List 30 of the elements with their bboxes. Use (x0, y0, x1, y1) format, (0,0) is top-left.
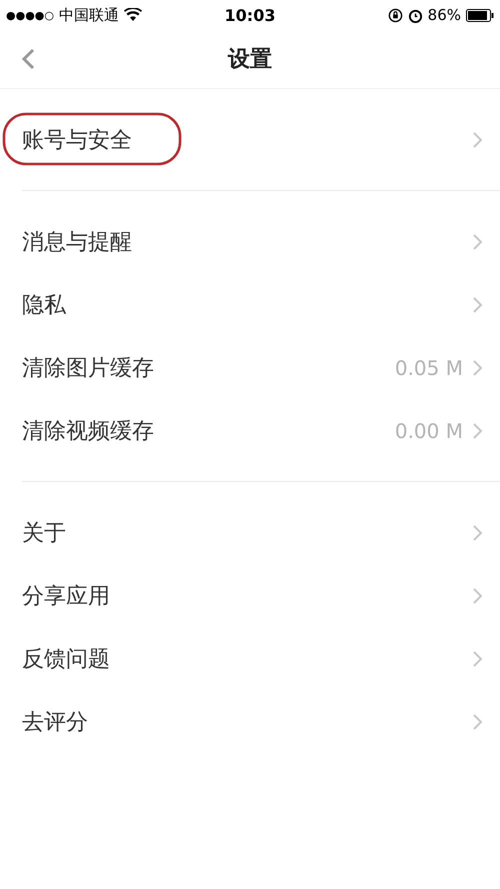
alarm-icon (408, 8, 423, 22)
row-label: 反馈问题 (22, 646, 111, 674)
battery-icon (466, 8, 494, 22)
wifi-icon (124, 8, 142, 22)
row-label: 分享应用 (22, 582, 111, 610)
status-time: 10:03 (224, 6, 276, 24)
row-label: 隐私 (22, 292, 67, 320)
chevron-right-icon (473, 234, 482, 250)
chevron-right-icon (473, 360, 482, 376)
signal-dots: ●●●●○ (6, 8, 54, 22)
battery-percent: 86% (428, 6, 461, 24)
row-label: 去评分 (22, 708, 89, 736)
chevron-right-icon (473, 132, 482, 148)
chevron-right-icon (473, 588, 482, 604)
chevron-right-icon (473, 524, 482, 540)
carrier-name: 中国联通 (59, 6, 119, 24)
chevron-right-icon (473, 714, 482, 730)
row-value: 0.00 M (394, 418, 463, 442)
chevron-right-icon (473, 650, 482, 666)
page-title: 设置 (228, 46, 272, 74)
row-label: 清除图片缓存 (22, 354, 155, 382)
row-label: 消息与提醒 (22, 228, 133, 256)
row-label: 关于 (22, 520, 67, 548)
chevron-right-icon (473, 296, 482, 312)
row-label: 清除视频缓存 (22, 418, 155, 446)
rotation-lock-icon (388, 8, 403, 22)
back-icon[interactable] (22, 48, 35, 70)
chevron-right-icon (473, 422, 482, 438)
row-label: 账号与安全 (22, 126, 133, 154)
row-value: 0.05 M (394, 356, 463, 380)
